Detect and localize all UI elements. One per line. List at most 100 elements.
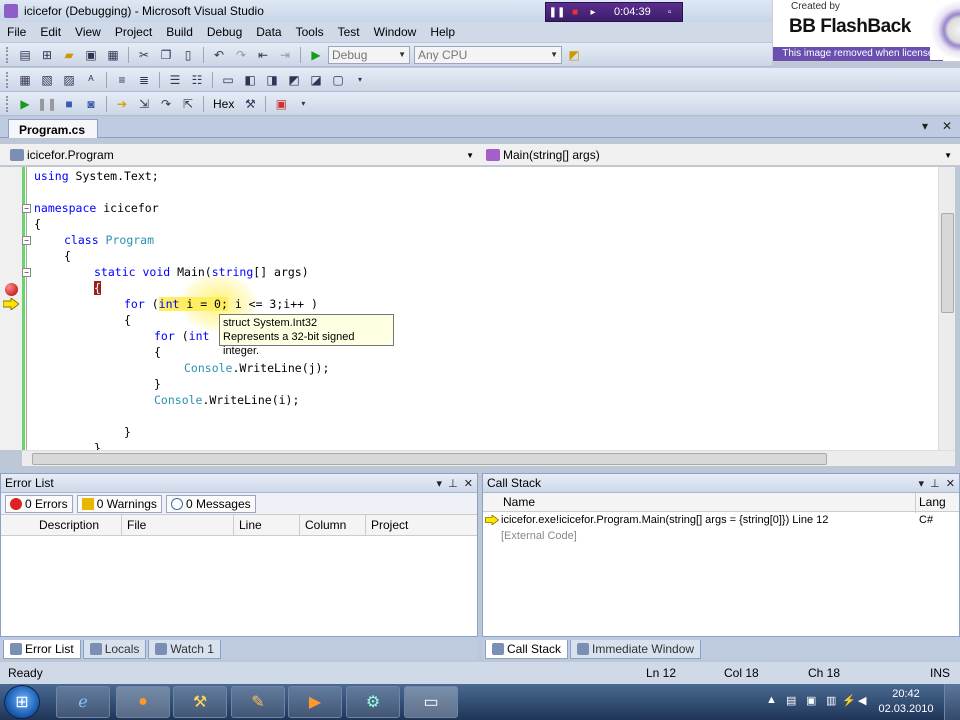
column-header[interactable]: Lang — [919, 493, 946, 513]
scrollbar-thumb[interactable] — [941, 213, 954, 313]
column-header[interactable]: Name — [503, 493, 535, 513]
close-icon[interactable]: ✕ — [942, 119, 952, 133]
column-header[interactable]: Description — [39, 515, 99, 535]
stop-debugging-icon[interactable]: ■ — [59, 95, 79, 113]
increase-indent-icon[interactable]: ≣ — [134, 71, 154, 89]
redo-icon[interactable]: ↷ — [231, 46, 251, 64]
system-clock[interactable]: 20:42 02.03.2010 — [876, 687, 936, 717]
media-player-icon[interactable]: ▶ — [288, 686, 342, 718]
window-app-icon[interactable]: ▭ — [404, 686, 458, 718]
tray-monitor-icon[interactable]: ▣ — [806, 694, 816, 707]
record-menu-icon[interactable]: ▸ — [586, 5, 600, 19]
column-header[interactable]: Column — [305, 515, 346, 535]
network-app-icon[interactable]: ⚙ — [346, 686, 400, 718]
menu-data[interactable]: Data — [249, 25, 288, 39]
breakpoints-window-icon[interactable]: ▣ — [271, 95, 291, 113]
column-divider[interactable] — [915, 493, 916, 513]
clear-bookmarks-icon[interactable]: ▢ — [328, 71, 348, 89]
save-all-icon[interactable]: ▦ — [103, 46, 123, 64]
undo-icon[interactable]: ↶ — [209, 46, 229, 64]
toolbar-grip[interactable] — [6, 95, 9, 112]
navigate-backward-icon[interactable]: ⇤ — [253, 46, 273, 64]
param-info-icon[interactable]: ▧ — [37, 71, 57, 89]
restart-icon[interactable]: ◙ — [81, 95, 101, 113]
column-divider[interactable] — [365, 515, 366, 535]
column-divider[interactable] — [233, 515, 234, 535]
start-debugging-icon[interactable]: ▶ — [306, 46, 326, 64]
collapse-class-icon[interactable]: − — [22, 236, 31, 245]
paint-icon[interactable]: ✎ — [231, 686, 285, 718]
column-divider[interactable] — [121, 515, 122, 535]
toggle-bookmark-icon[interactable]: ▭ — [218, 71, 238, 89]
start-button[interactable]: ⊞ — [4, 685, 40, 719]
toolbar-options-icon[interactable]: ▾ — [293, 95, 313, 113]
show-next-statement-icon[interactable]: ➔ — [112, 95, 132, 113]
tab-immediate-window[interactable]: Immediate Window — [570, 640, 702, 659]
collapse-method-icon[interactable]: − — [22, 268, 31, 277]
column-header[interactable]: Line — [239, 515, 262, 535]
messages-filter-button[interactable]: 0 Messages — [165, 494, 256, 513]
table-row[interactable]: [External Code] — [483, 528, 959, 544]
solution-platform-combo[interactable]: Any CPU ▼ — [414, 45, 562, 64]
pause-icon[interactable]: ❚❚ — [549, 5, 566, 19]
menu-debug[interactable]: Debug — [200, 25, 249, 39]
uncomment-icon[interactable]: ☷ — [187, 71, 207, 89]
word-completion-icon[interactable]: ▨ — [59, 71, 79, 89]
decrease-indent-icon[interactable]: ≡ — [112, 71, 132, 89]
menu-edit[interactable]: Edit — [33, 25, 68, 39]
tab-call-stack[interactable]: Call Stack — [485, 640, 569, 659]
internet-explorer-icon[interactable]: ℯ — [56, 686, 110, 718]
next-bookmark-folder-icon[interactable]: ◪ — [306, 71, 326, 89]
navigate-forward-icon[interactable]: ⇥ — [275, 46, 295, 64]
menu-build[interactable]: Build — [159, 25, 200, 39]
tray-power-icon[interactable]: ⚡ — [842, 694, 856, 707]
solution-config-combo[interactable]: Debug ▼ — [328, 45, 410, 64]
list-members-icon[interactable]: ᴬ — [81, 71, 101, 89]
step-over-icon[interactable]: ↷ — [156, 95, 176, 113]
menu-view[interactable]: View — [68, 25, 108, 39]
continue-icon[interactable]: ▶ — [15, 95, 35, 113]
firefox-icon[interactable]: ● — [116, 686, 170, 718]
cut-icon[interactable]: ✂ — [134, 46, 154, 64]
hex-toggle-button[interactable]: Hex — [209, 97, 238, 111]
stop-icon[interactable]: ■ — [568, 5, 582, 19]
tab-error-list[interactable]: Error List — [3, 640, 81, 659]
add-item-icon[interactable]: ⊞ — [37, 46, 57, 64]
tray-expand-icon[interactable]: ▲ — [766, 694, 777, 706]
quick-info-icon[interactable]: ▦ — [15, 71, 35, 89]
tab-program-cs[interactable]: Program.cs — [8, 119, 99, 138]
save-icon[interactable]: ▣ — [81, 46, 101, 64]
members-combo[interactable]: Main(string[] args) ▼ — [480, 146, 956, 164]
toolbar-options-icon[interactable]: ▾ — [350, 71, 370, 89]
menu-test[interactable]: Test — [331, 25, 367, 39]
panel-controls[interactable]: ▾ ⊥ ✕ — [918, 477, 955, 490]
column-header[interactable]: Project — [371, 515, 408, 535]
errors-filter-button[interactable]: 0 Errors — [5, 494, 73, 513]
menu-file[interactable]: File — [0, 25, 33, 39]
menu-window[interactable]: Window — [367, 25, 424, 39]
comment-out-icon[interactable]: ☰ — [165, 71, 185, 89]
code-editor[interactable]: − − − using System.Text; namespace icice… — [0, 167, 938, 450]
scrollbar-thumb[interactable] — [32, 453, 827, 465]
collapse-namespace-icon[interactable]: − — [22, 204, 31, 213]
panel-controls[interactable]: ▾ ⊥ ✕ — [436, 477, 473, 490]
table-row[interactable]: icicefor.exe!icicefor.Program.Main(strin… — [483, 512, 959, 528]
tray-volume-icon[interactable]: ◀ — [858, 694, 866, 707]
tab-locals[interactable]: Locals — [82, 640, 147, 659]
column-divider[interactable] — [299, 515, 300, 535]
toolbar-grip[interactable] — [6, 71, 9, 88]
menu-help[interactable]: Help — [423, 25, 462, 39]
editor-horizontal-scrollbar[interactable] — [22, 450, 955, 466]
next-bookmark-icon[interactable]: ◨ — [262, 71, 282, 89]
break-all-icon[interactable]: ❚❚ — [37, 95, 57, 113]
active-files-icon[interactable]: ▾ — [922, 119, 928, 133]
step-into-icon[interactable]: ⇲ — [134, 95, 154, 113]
show-desktop-button[interactable] — [944, 684, 960, 720]
previous-bookmark-folder-icon[interactable]: ◩ — [284, 71, 304, 89]
find-in-files-icon[interactable]: ◩ — [564, 46, 584, 64]
step-out-icon[interactable]: ⇱ — [178, 95, 198, 113]
column-header[interactable]: File — [127, 515, 146, 535]
warnings-filter-button[interactable]: 0 Warnings — [76, 494, 162, 513]
breakpoint-icon[interactable] — [5, 283, 18, 296]
visual-studio-tools-icon[interactable]: ⚒ — [173, 686, 227, 718]
